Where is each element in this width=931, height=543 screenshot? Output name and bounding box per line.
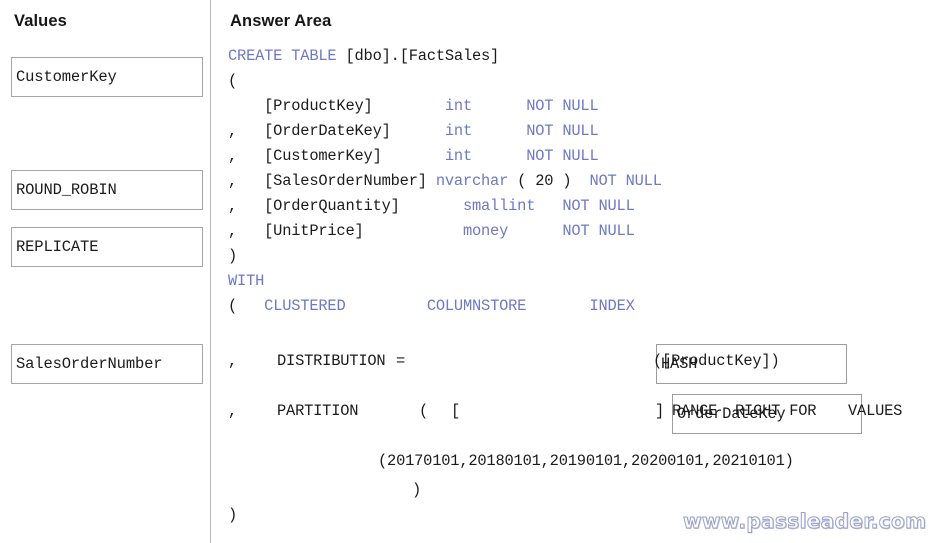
value-tile-label: SalesOrderNumber: [16, 355, 163, 373]
passleader-watermark: www.passleader.com: [682, 509, 927, 534]
sql-text: , [OrderDateKey]: [228, 122, 445, 140]
code-line: WITH: [228, 269, 931, 294]
code-line: , [UnitPrice] money NOT NULL: [228, 219, 931, 244]
sql-keyword: int: [444, 147, 472, 165]
exam-question-canvas: Values CustomerKey ROUND_ROBIN REPLICATE…: [0, 0, 931, 543]
partition-inner-close-paren: ): [412, 481, 422, 499]
distribution-column-suffix: ([ProductKey]): [653, 352, 780, 370]
value-tile-label: ROUND_ROBIN: [16, 181, 117, 199]
sql-keyword: NOT NULL: [562, 222, 635, 240]
sql-text: (: [228, 297, 265, 315]
sql-keyword: CLUSTERED: [264, 297, 346, 315]
sql-keyword: CREATE TABLE: [228, 47, 337, 65]
values-panel: Values CustomerKey ROUND_ROBIN REPLICATE…: [0, 0, 210, 543]
distribution-keyword: DISTRIBUTION: [277, 352, 386, 370]
sql-keyword: nvarchar: [435, 172, 509, 190]
sql-text: [ProductKey]: [228, 97, 445, 115]
code-line: , [OrderDateKey] int NOT NULL: [228, 119, 931, 144]
partition-open-bracket: [: [451, 402, 461, 420]
sql-text: (: [228, 72, 238, 90]
value-tile-replicate[interactable]: REPLICATE: [11, 227, 203, 267]
code-line: CREATE TABLE [dbo].[FactSales]: [228, 44, 931, 69]
answer-area-panel: Answer Area CREATE TABLE [dbo].[FactSale…: [211, 0, 931, 543]
code-line: , [SalesOrderNumber] nvarchar ( 20 ) NOT…: [228, 169, 931, 194]
sql-text: , [CustomerKey]: [228, 147, 445, 165]
code-line: ( CLUSTERED COLUMNSTORE INDEX: [228, 294, 931, 319]
partition-range-keyword: RANGE: [672, 402, 718, 420]
sql-text: , [OrderQuantity]: [228, 197, 463, 215]
partition-keyword: PARTITION: [277, 402, 359, 420]
sql-keyword: smallint: [462, 197, 536, 215]
partition-values-keyword: VALUES: [848, 402, 903, 420]
partition-open-paren: (: [419, 402, 429, 420]
sql-keyword: WITH: [228, 272, 265, 290]
distribution-equals: =: [396, 352, 406, 370]
partition-close-bracket: ]: [655, 402, 665, 420]
sql-text: , [SalesOrderNumber]: [228, 172, 436, 190]
sql-keyword: int: [444, 97, 472, 115]
value-tile-label: CustomerKey: [16, 68, 117, 86]
partition-right-for: RIGHT FOR: [735, 402, 817, 420]
code-line: (: [228, 69, 931, 94]
sql-code-block: CREATE TABLE [dbo].[FactSales] ( [Product…: [228, 44, 931, 319]
partition-line-comma: ,: [228, 402, 238, 420]
value-tile-customerkey[interactable]: CustomerKey: [11, 57, 203, 97]
sql-keyword: NOT NULL: [526, 122, 599, 140]
sql-keyword: NOT NULL: [526, 97, 599, 115]
sql-keyword: int: [444, 122, 472, 140]
sql-keyword: NOT NULL: [526, 147, 599, 165]
sql-keyword: INDEX: [589, 297, 635, 315]
sql-keyword: money: [462, 222, 509, 240]
value-tile-label: REPLICATE: [16, 238, 99, 256]
partition-values-list: (20170101,20180101,20190101,20200101,202…: [378, 452, 794, 470]
code-line: , [CustomerKey] int NOT NULL: [228, 144, 931, 169]
sql-keyword: NOT NULL: [562, 197, 635, 215]
sql-text: ): [228, 247, 238, 265]
sql-text: [dbo].[FactSales]: [336, 47, 500, 65]
code-line: [ProductKey] int NOT NULL: [228, 94, 931, 119]
sql-keyword: NOT NULL: [589, 172, 662, 190]
sql-text: ( 20 ): [508, 172, 590, 190]
code-line: ): [228, 244, 931, 269]
value-tile-round-robin[interactable]: ROUND_ROBIN: [11, 170, 203, 210]
answer-area-heading: Answer Area: [230, 12, 332, 30]
sql-keyword: COLUMNSTORE: [426, 297, 527, 315]
sql-text: , [UnitPrice]: [228, 222, 463, 240]
statement-close-paren: ): [228, 506, 238, 524]
distribution-line-comma: ,: [228, 352, 238, 370]
code-line: , [OrderQuantity] smallint NOT NULL: [228, 194, 931, 219]
value-tile-salesordernumber[interactable]: SalesOrderNumber: [11, 344, 203, 384]
values-heading: Values: [14, 12, 67, 30]
